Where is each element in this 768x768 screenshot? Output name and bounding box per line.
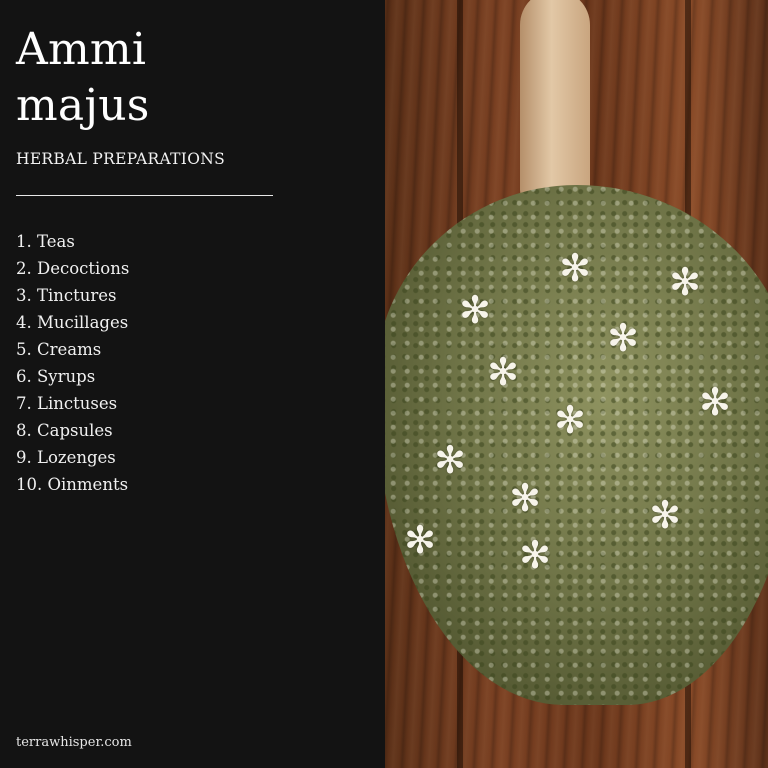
list-item: 7. Linctuses	[16, 394, 118, 413]
herb-photo: ✻ ✻ ✻ ✻ ✻ ✻ ✻ ✻ ✻ ✻ ✻ ✻	[385, 0, 768, 768]
text-panel: Ammi majus HERBAL PREPARATIONS 1. Teas 2…	[0, 0, 385, 768]
title-line-1: Ammi	[16, 24, 147, 75]
preparations-list: 1. Teas 2. Decoctions 3. Tinctures 4. Mu…	[16, 228, 129, 498]
flower-icon: ✻	[459, 288, 491, 332]
flower-icon: ✻	[487, 350, 519, 394]
list-item: 5. Creams	[16, 340, 102, 359]
flower-icon: ✻	[434, 438, 466, 482]
flower-icon: ✻	[649, 493, 681, 537]
flower-icon: ✻	[509, 476, 541, 520]
list-item: 2. Decoctions	[16, 259, 130, 278]
title-line-2: majus	[16, 80, 150, 131]
page-title: Ammi majus	[16, 22, 150, 134]
list-item: 4. Mucillages	[16, 313, 129, 332]
wooden-spoon	[520, 0, 590, 210]
list-item: 1. Teas	[16, 232, 75, 251]
list-item: 8. Capsules	[16, 421, 113, 440]
list-item: 10. Oinments	[16, 475, 129, 494]
flower-icon: ✻	[669, 260, 701, 304]
flower-icon: ✻	[559, 246, 591, 290]
flower-icon: ✻	[404, 518, 436, 562]
divider	[16, 195, 273, 196]
flower-icon: ✻	[607, 316, 639, 360]
website-credit: terrawhisper.com	[16, 735, 132, 750]
list-item: 6. Syrups	[16, 367, 96, 386]
flower-icon: ✻	[554, 398, 586, 442]
infographic: Ammi majus HERBAL PREPARATIONS 1. Teas 2…	[0, 0, 768, 768]
subtitle: HERBAL PREPARATIONS	[16, 150, 225, 168]
flower-icon: ✻	[699, 380, 731, 424]
list-item: 3. Tinctures	[16, 286, 117, 305]
flower-icon: ✻	[519, 533, 551, 577]
list-item: 9. Lozenges	[16, 448, 116, 467]
